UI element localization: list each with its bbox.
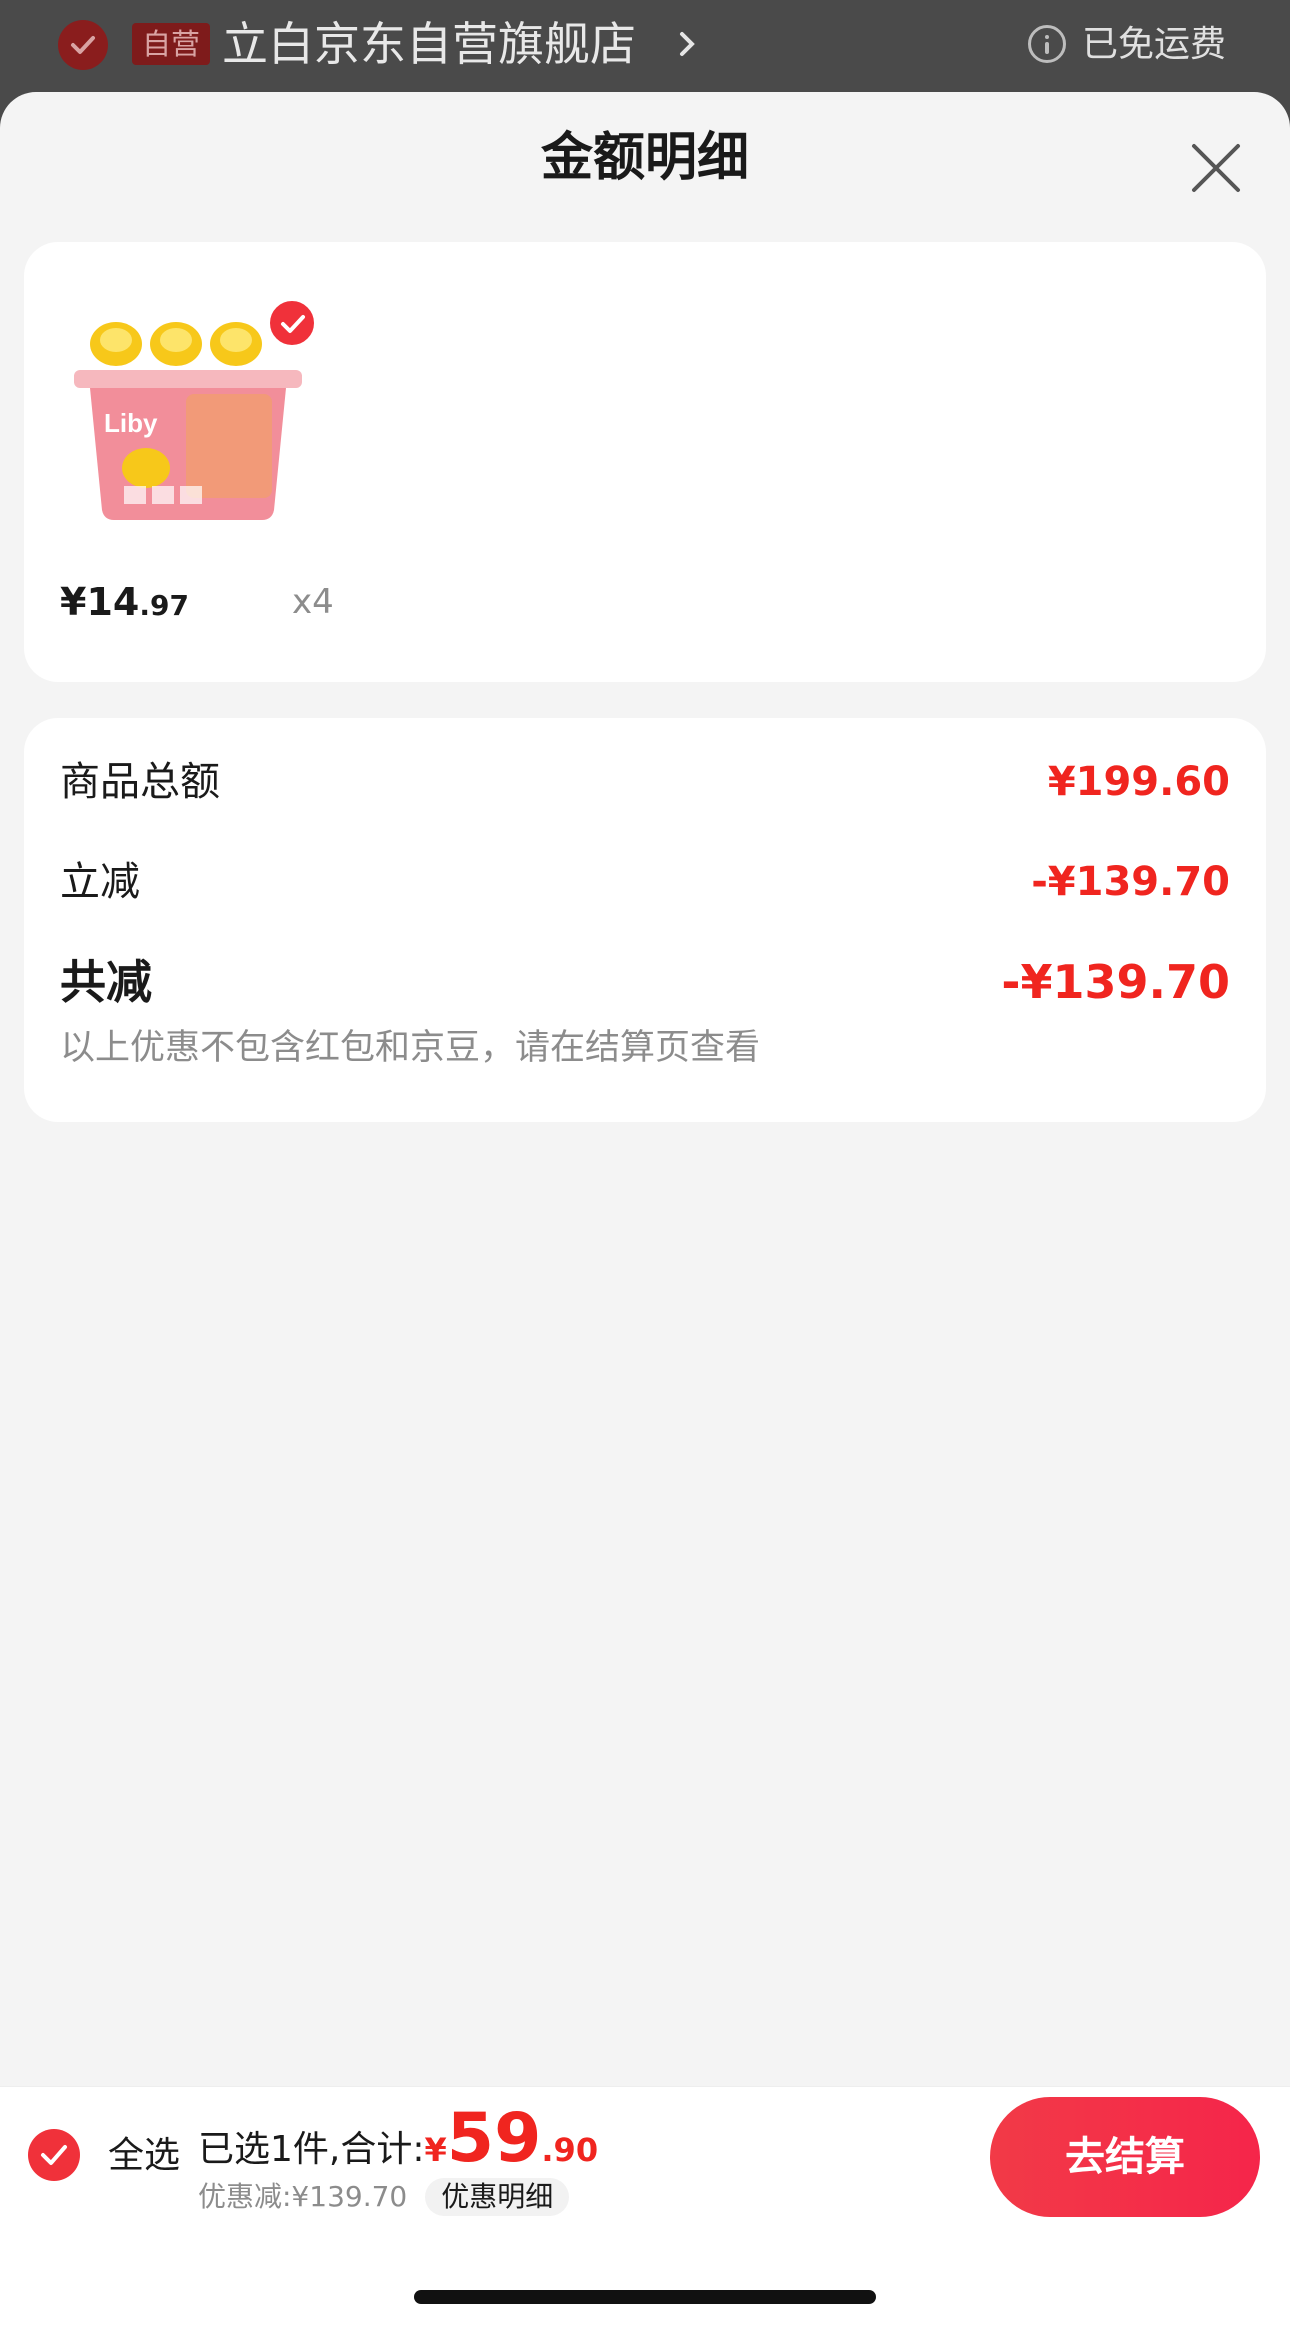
product-brand-text: Liby <box>104 408 158 438</box>
summary-label: 商品总额 <box>60 759 220 805</box>
summary-row-total: 商品总额 ¥199.60 <box>60 752 1230 812</box>
home-indicator-area <box>0 2226 1290 2330</box>
summary-row-total-discount: 共减 -¥139.70 <box>60 952 1230 1012</box>
home-indicator[interactable] <box>414 2290 876 2304</box>
sheet-title: 金额明细 <box>540 128 749 188</box>
discount-note: 以上优惠不包含红包和京豆，请在结算页查看 <box>60 1028 761 1068</box>
check-icon <box>281 315 305 333</box>
chevron-right-icon <box>680 32 695 56</box>
summary-value: ¥199.60 <box>1047 759 1230 805</box>
discount-line: 优惠减:¥139.70 优惠明细 <box>198 2175 570 2219</box>
summary-label: 立减 <box>60 859 140 905</box>
discount-amount-text: 优惠减:¥139.70 <box>198 2180 408 2213</box>
close-icon[interactable] <box>1188 140 1244 196</box>
total-amount-dec: .90 <box>541 2131 599 2169</box>
info-icon[interactable] <box>1028 25 1066 63</box>
total-currency: ¥ <box>424 2131 447 2169</box>
product-select-checkbox[interactable] <box>267 298 317 348</box>
amount-detail-sheet: 金额明细 Liby ¥14.97 x4 商品总额 ¥199.60 立减 -¥13… <box>0 92 1290 2330</box>
summary-value: -¥139.70 <box>1031 859 1230 905</box>
product-price-dec: .97 <box>139 589 189 622</box>
discount-detail-button[interactable]: 优惠明细 <box>425 2178 570 2216</box>
checkout-button[interactable]: 去结算 <box>990 2097 1260 2217</box>
total-line: 已选1件,合计:¥59.90 <box>198 2101 598 2177</box>
summary-label: 共减 <box>60 955 152 1009</box>
summary-value: -¥139.70 <box>1001 955 1230 1009</box>
product-price-int: ¥14 <box>60 580 140 624</box>
store-header: 自营 立白京东自营旗舰店 已免运费 <box>0 0 1290 92</box>
product-card: Liby ¥14.97 x4 <box>24 242 1266 682</box>
product-quantity: x4 <box>292 582 334 622</box>
free-shipping-label: 已免运费 <box>1082 24 1227 65</box>
self-operated-badge: 自营 <box>132 23 211 65</box>
product-price: ¥14.97 <box>60 578 189 634</box>
check-icon <box>71 36 95 54</box>
store-select-checkbox[interactable] <box>58 20 108 70</box>
summary-row-instant-discount: 立减 -¥139.70 <box>60 852 1230 912</box>
checkout-bar: 全选 已选1件,合计:¥59.90 优惠减:¥139.70 优惠明细 去结算 <box>0 2086 1290 2226</box>
select-all-label[interactable]: 全选 <box>108 2131 180 2181</box>
store-name-link[interactable]: 立白京东自营旗舰店 <box>222 14 636 74</box>
total-amount-int: 59 <box>446 2099 542 2178</box>
selected-count-text: 已选1件,合计: <box>198 2129 425 2170</box>
select-all-checkbox[interactable] <box>28 2129 80 2181</box>
summary-card: 商品总额 ¥199.60 立减 -¥139.70 共减 -¥139.70 以上优… <box>24 718 1266 1122</box>
check-icon <box>41 2145 67 2165</box>
